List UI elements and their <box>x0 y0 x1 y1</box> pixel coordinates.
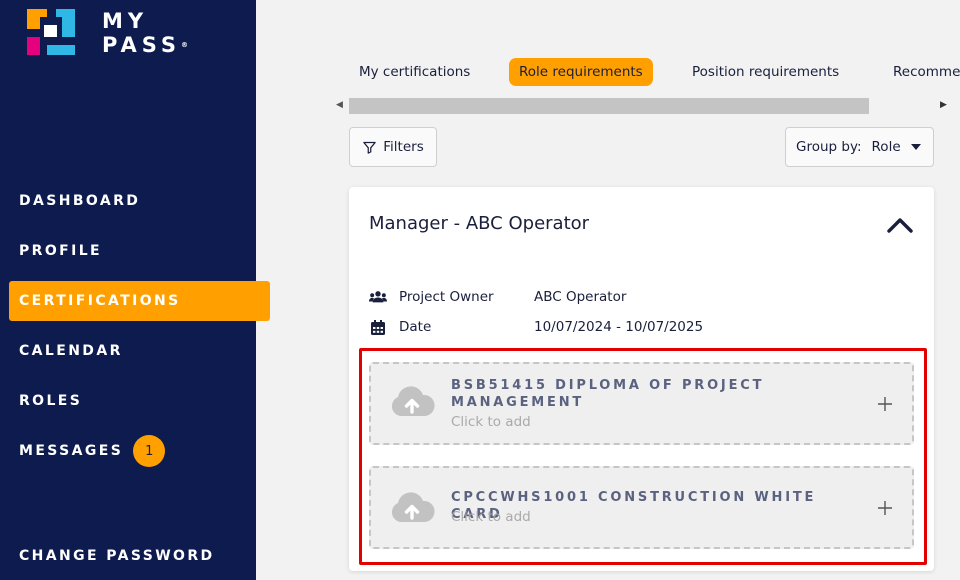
nav-label: CHANGE PASSWORD <box>19 548 215 564</box>
tab-my-certifications[interactable]: My certifications <box>349 58 480 86</box>
group-by-select[interactable]: Group by: Role <box>785 127 934 167</box>
logo-mark-icon <box>27 9 75 55</box>
calendar-icon <box>371 319 385 335</box>
nav-label: CERTIFICATIONS <box>19 293 181 309</box>
tabs-scrollbar[interactable] <box>349 98 869 114</box>
filter-icon <box>363 141 377 154</box>
group-by-value: Role <box>871 139 901 155</box>
logo[interactable]: MY PASS® <box>27 9 197 57</box>
filters-button[interactable]: Filters <box>349 127 437 167</box>
registered-mark: ® <box>181 41 189 49</box>
logo-line-2: PASS <box>102 33 182 57</box>
sidebar: MY PASS® DASHBOARD PROFILE CERTIFICATION… <box>0 0 270 580</box>
tab-recommended[interactable]: Recommended <box>883 58 960 86</box>
plus-icon[interactable] <box>877 500 893 516</box>
nav-label: ROLES <box>19 393 83 409</box>
tab-label: My certifications <box>359 64 471 80</box>
nav-label: MESSAGES <box>19 443 124 459</box>
tab-bar: My certifications Role requirements Posi… <box>349 58 960 86</box>
tab-label: Recommended <box>893 64 960 80</box>
nav-calendar[interactable]: CALENDAR <box>9 331 270 371</box>
tab-position-requirements[interactable]: Position requirements <box>682 58 849 86</box>
cert-title: BSB51415 DIPLOMA OF PROJECT MANAGEMENT <box>451 378 765 410</box>
cert-item-construction-white-card[interactable]: CPCCWHS1001 CONSTRUCTION WHITE CARD Clic… <box>369 466 914 549</box>
cert-item-diploma-project-management[interactable]: BSB51415 DIPLOMA OF PROJECT MANAGEMENT C… <box>369 362 914 445</box>
nav-roles[interactable]: ROLES <box>9 381 270 421</box>
chevron-up-icon[interactable] <box>886 213 914 237</box>
tab-label: Role requirements <box>519 64 643 80</box>
nav-label: PROFILE <box>19 243 102 259</box>
owner-label: Project Owner <box>399 289 494 305</box>
users-icon <box>369 291 387 303</box>
cloud-upload-icon <box>391 492 435 522</box>
date-value: 10/07/2024 - 10/07/2025 <box>534 319 704 335</box>
date-label: Date <box>399 319 432 335</box>
nav-dashboard[interactable]: DASHBOARD <box>9 181 270 221</box>
card-title: Manager - ABC Operator <box>369 213 590 234</box>
nav-label: DASHBOARD <box>19 193 141 209</box>
scroll-right-arrow-icon[interactable]: ▶ <box>940 100 947 110</box>
nav-certifications[interactable]: CERTIFICATIONS <box>9 281 270 321</box>
tab-label: Position requirements <box>692 64 840 80</box>
cert-subtitle: Click to add <box>451 414 531 430</box>
owner-row: Project Owner ABC Operator <box>369 287 626 307</box>
owner-value: ABC Operator <box>534 289 627 305</box>
filters-label: Filters <box>383 139 424 155</box>
unread-badge: 1 <box>133 435 166 467</box>
role-card: Manager - ABC Operator Project Owner ABC… <box>349 187 934 571</box>
logo-line-1: MY <box>102 9 149 33</box>
nav-profile[interactable]: PROFILE <box>9 231 270 271</box>
caret-down-icon <box>910 144 921 150</box>
cloud-upload-icon <box>391 386 435 416</box>
scroll-left-arrow-icon[interactable]: ◀ <box>336 100 343 110</box>
nav-messages[interactable]: MESSAGES 1 <box>9 431 270 471</box>
nav-label: CALENDAR <box>19 343 123 359</box>
cert-subtitle: Click to add <box>451 509 531 525</box>
date-row: Date 10/07/2024 - 10/07/2025 <box>369 317 703 337</box>
group-by-label: Group by: <box>796 139 862 155</box>
nav-change-password[interactable]: CHANGE PASSWORD <box>9 536 270 576</box>
plus-icon[interactable] <box>877 396 893 412</box>
tab-role-requirements[interactable]: Role requirements <box>509 58 653 86</box>
